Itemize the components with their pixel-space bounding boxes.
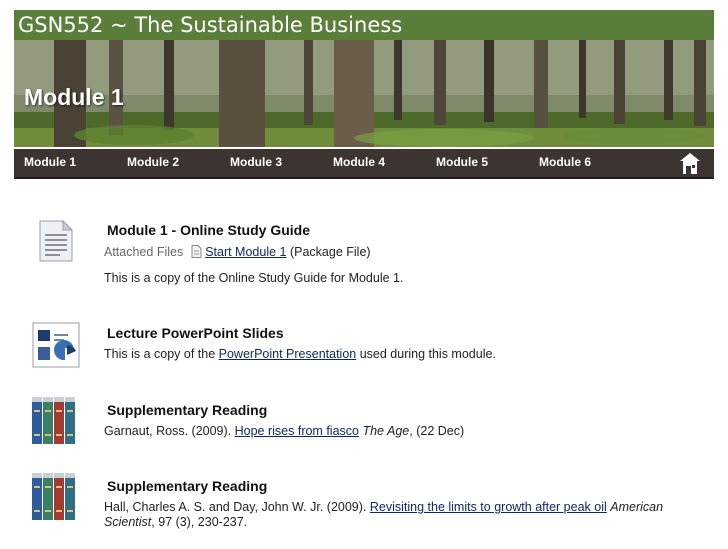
nav-module-6[interactable]: Module 6 xyxy=(539,155,591,169)
module-nav: Module 1 Module 2 Module 3 Module 4 Modu… xyxy=(14,147,714,179)
reading-1-citation-before: Garnaut, Ross. (2009). xyxy=(104,424,235,438)
lecture-text-after: used during this module. xyxy=(356,347,496,361)
reading-1-link[interactable]: Hope rises from fiasco xyxy=(235,424,359,438)
home-icon[interactable] xyxy=(679,151,701,175)
books-icon xyxy=(30,396,80,451)
books-icon xyxy=(30,472,80,527)
reading-1-citation-after: , (22 Dec) xyxy=(409,424,465,438)
reading-1-title[interactable]: Supplementary Reading xyxy=(107,402,267,418)
reading-2-journal-part2: Scientist xyxy=(104,515,152,529)
nav-module-4[interactable]: Module 4 xyxy=(333,155,385,169)
presentation-icon xyxy=(32,322,80,373)
reading-1-citation: Garnaut, Ross. (2009). Hope rises from f… xyxy=(104,424,464,438)
document-icon xyxy=(38,219,74,267)
lecture-description: This is a copy of the PowerPoint Present… xyxy=(104,347,496,361)
reading-1-journal: The Age xyxy=(362,424,410,438)
lecture-text-before: This is a copy of the xyxy=(104,347,219,361)
content-item-reading-2: Supplementary Reading Hall, Charles A. S… xyxy=(30,472,710,542)
start-module-link[interactable]: Start Module 1 xyxy=(205,245,286,259)
study-guide-description: This is a copy of the Online Study Guide… xyxy=(104,271,404,285)
content-item-study-guide: Module 1 - Online Study Guide Attached F… xyxy=(30,218,710,298)
nav-module-5[interactable]: Module 5 xyxy=(436,155,488,169)
course-title: GSN552 ~ The Sustainable Business xyxy=(14,10,714,40)
reading-2-citation-before: Hall, Charles A. S. and Day, John W. Jr.… xyxy=(104,500,370,514)
reading-2-journal-part1: American xyxy=(610,500,664,514)
attached-files-row: Attached Files Start Module 1 (Package F… xyxy=(104,245,371,261)
content-item-reading-1: Supplementary Reading Garnaut, Ross. (20… xyxy=(30,396,710,446)
nav-module-1[interactable]: Module 1 xyxy=(24,155,76,169)
attached-files-label: Attached Files xyxy=(104,245,184,259)
file-icon xyxy=(191,245,202,261)
nav-module-3[interactable]: Module 3 xyxy=(230,155,282,169)
reading-2-title[interactable]: Supplementary Reading xyxy=(107,478,267,494)
study-guide-title[interactable]: Module 1 - Online Study Guide xyxy=(107,222,310,238)
nav-module-2[interactable]: Module 2 xyxy=(127,155,179,169)
reading-2-link[interactable]: Revisiting the limits to growth after pe… xyxy=(370,500,607,514)
reading-2-citation-line-2: Scientist, 97 (3), 230-237. xyxy=(104,515,247,529)
file-type: (Package File) xyxy=(289,245,371,259)
banner-title: Module 1 xyxy=(24,84,124,110)
reading-2-citation-after: , 97 (3), 230-237. xyxy=(151,515,248,529)
module-banner: Module 1 xyxy=(14,40,714,147)
lecture-title[interactable]: Lecture PowerPoint Slides xyxy=(107,325,284,341)
reading-2-citation-line-1: Hall, Charles A. S. and Day, John W. Jr.… xyxy=(104,500,663,514)
content-item-lecture: Lecture PowerPoint Slides This is a copy… xyxy=(30,322,710,372)
powerpoint-link[interactable]: PowerPoint Presentation xyxy=(219,347,357,361)
